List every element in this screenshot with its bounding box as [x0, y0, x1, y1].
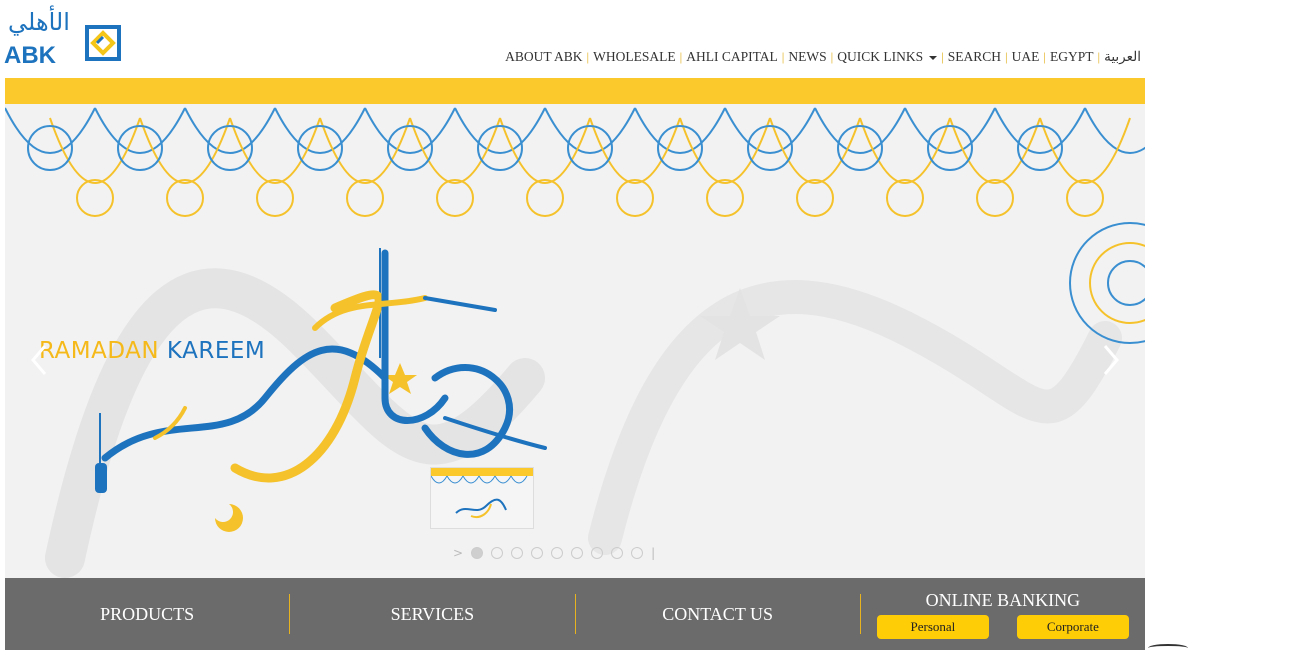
- corporate-banking-button[interactable]: Corporate: [1016, 614, 1129, 639]
- nav-quick-links[interactable]: QUICK LINKS: [833, 49, 941, 65]
- chevron-left-icon[interactable]: [27, 340, 51, 380]
- online-banking-buttons: Personal Corporate: [861, 614, 1145, 639]
- products-link[interactable]: PRODUCTS: [5, 594, 289, 634]
- pagination-dot[interactable]: [511, 547, 524, 559]
- slider-pagination: > |: [453, 546, 655, 560]
- personal-banking-button[interactable]: Personal: [876, 614, 989, 639]
- logo-english-text: ABK: [4, 42, 56, 69]
- quick-access-bar: PRODUCTS SERVICES CONTACT US ONLINE BANK…: [5, 578, 1145, 650]
- pagination-dot[interactable]: [611, 547, 624, 559]
- corner-decoration: [1148, 644, 1188, 650]
- pagination-next[interactable]: |: [651, 546, 655, 560]
- pagination-dot[interactable]: [551, 547, 564, 559]
- hero-title-ramadan: RAMADAN: [39, 338, 160, 364]
- nav-uae[interactable]: UAE: [1008, 49, 1044, 65]
- hero-slider: RAMADAN KAREEM > |: [5, 78, 1145, 578]
- nav-search[interactable]: SEARCH: [944, 49, 1005, 65]
- top-navigation: ABOUT ABK | WHOLESALE | AHLI CAPITAL | N…: [501, 49, 1145, 65]
- nav-quick-links-label: QUICK LINKS: [837, 49, 924, 64]
- pagination-dot[interactable]: [631, 547, 644, 559]
- services-link[interactable]: SERVICES: [290, 594, 574, 634]
- hero-title: RAMADAN KAREEM: [39, 338, 265, 364]
- contact-us-link[interactable]: CONTACT US: [576, 594, 860, 634]
- abk-logo[interactable]: الأهلي ABK: [4, 8, 124, 69]
- caret-down-icon: [929, 55, 938, 60]
- nav-ahli-capital[interactable]: AHLI CAPITAL: [682, 49, 782, 65]
- online-banking-section: ONLINE BANKING Personal Corporate: [861, 590, 1145, 639]
- ramadan-artwork: [5, 107, 1145, 578]
- online-banking-title: ONLINE BANKING: [925, 589, 1081, 610]
- pagination-dot[interactable]: [471, 547, 484, 559]
- pagination-dot[interactable]: [571, 547, 584, 559]
- pagination-dot[interactable]: [531, 547, 544, 559]
- chevron-right-icon[interactable]: [1099, 340, 1123, 380]
- nav-about-abk[interactable]: ABOUT ABK: [501, 49, 586, 65]
- pagination-dot[interactable]: [591, 547, 604, 559]
- slide-thumbnail[interactable]: [430, 467, 534, 529]
- pagination-prev[interactable]: >: [453, 546, 463, 560]
- pagination-dot[interactable]: [491, 547, 504, 559]
- logo-mark-icon: [85, 25, 121, 61]
- logo-arabic-text: الأهلي: [8, 8, 71, 36]
- thumbnail-image: [431, 468, 533, 518]
- nav-egypt[interactable]: EGYPT: [1046, 49, 1098, 65]
- nav-news[interactable]: NEWS: [784, 49, 830, 65]
- hero-title-kareem: KAREEM: [166, 338, 266, 364]
- nav-wholesale[interactable]: WHOLESALE: [589, 49, 679, 65]
- nav-arabic[interactable]: العربية: [1100, 49, 1145, 65]
